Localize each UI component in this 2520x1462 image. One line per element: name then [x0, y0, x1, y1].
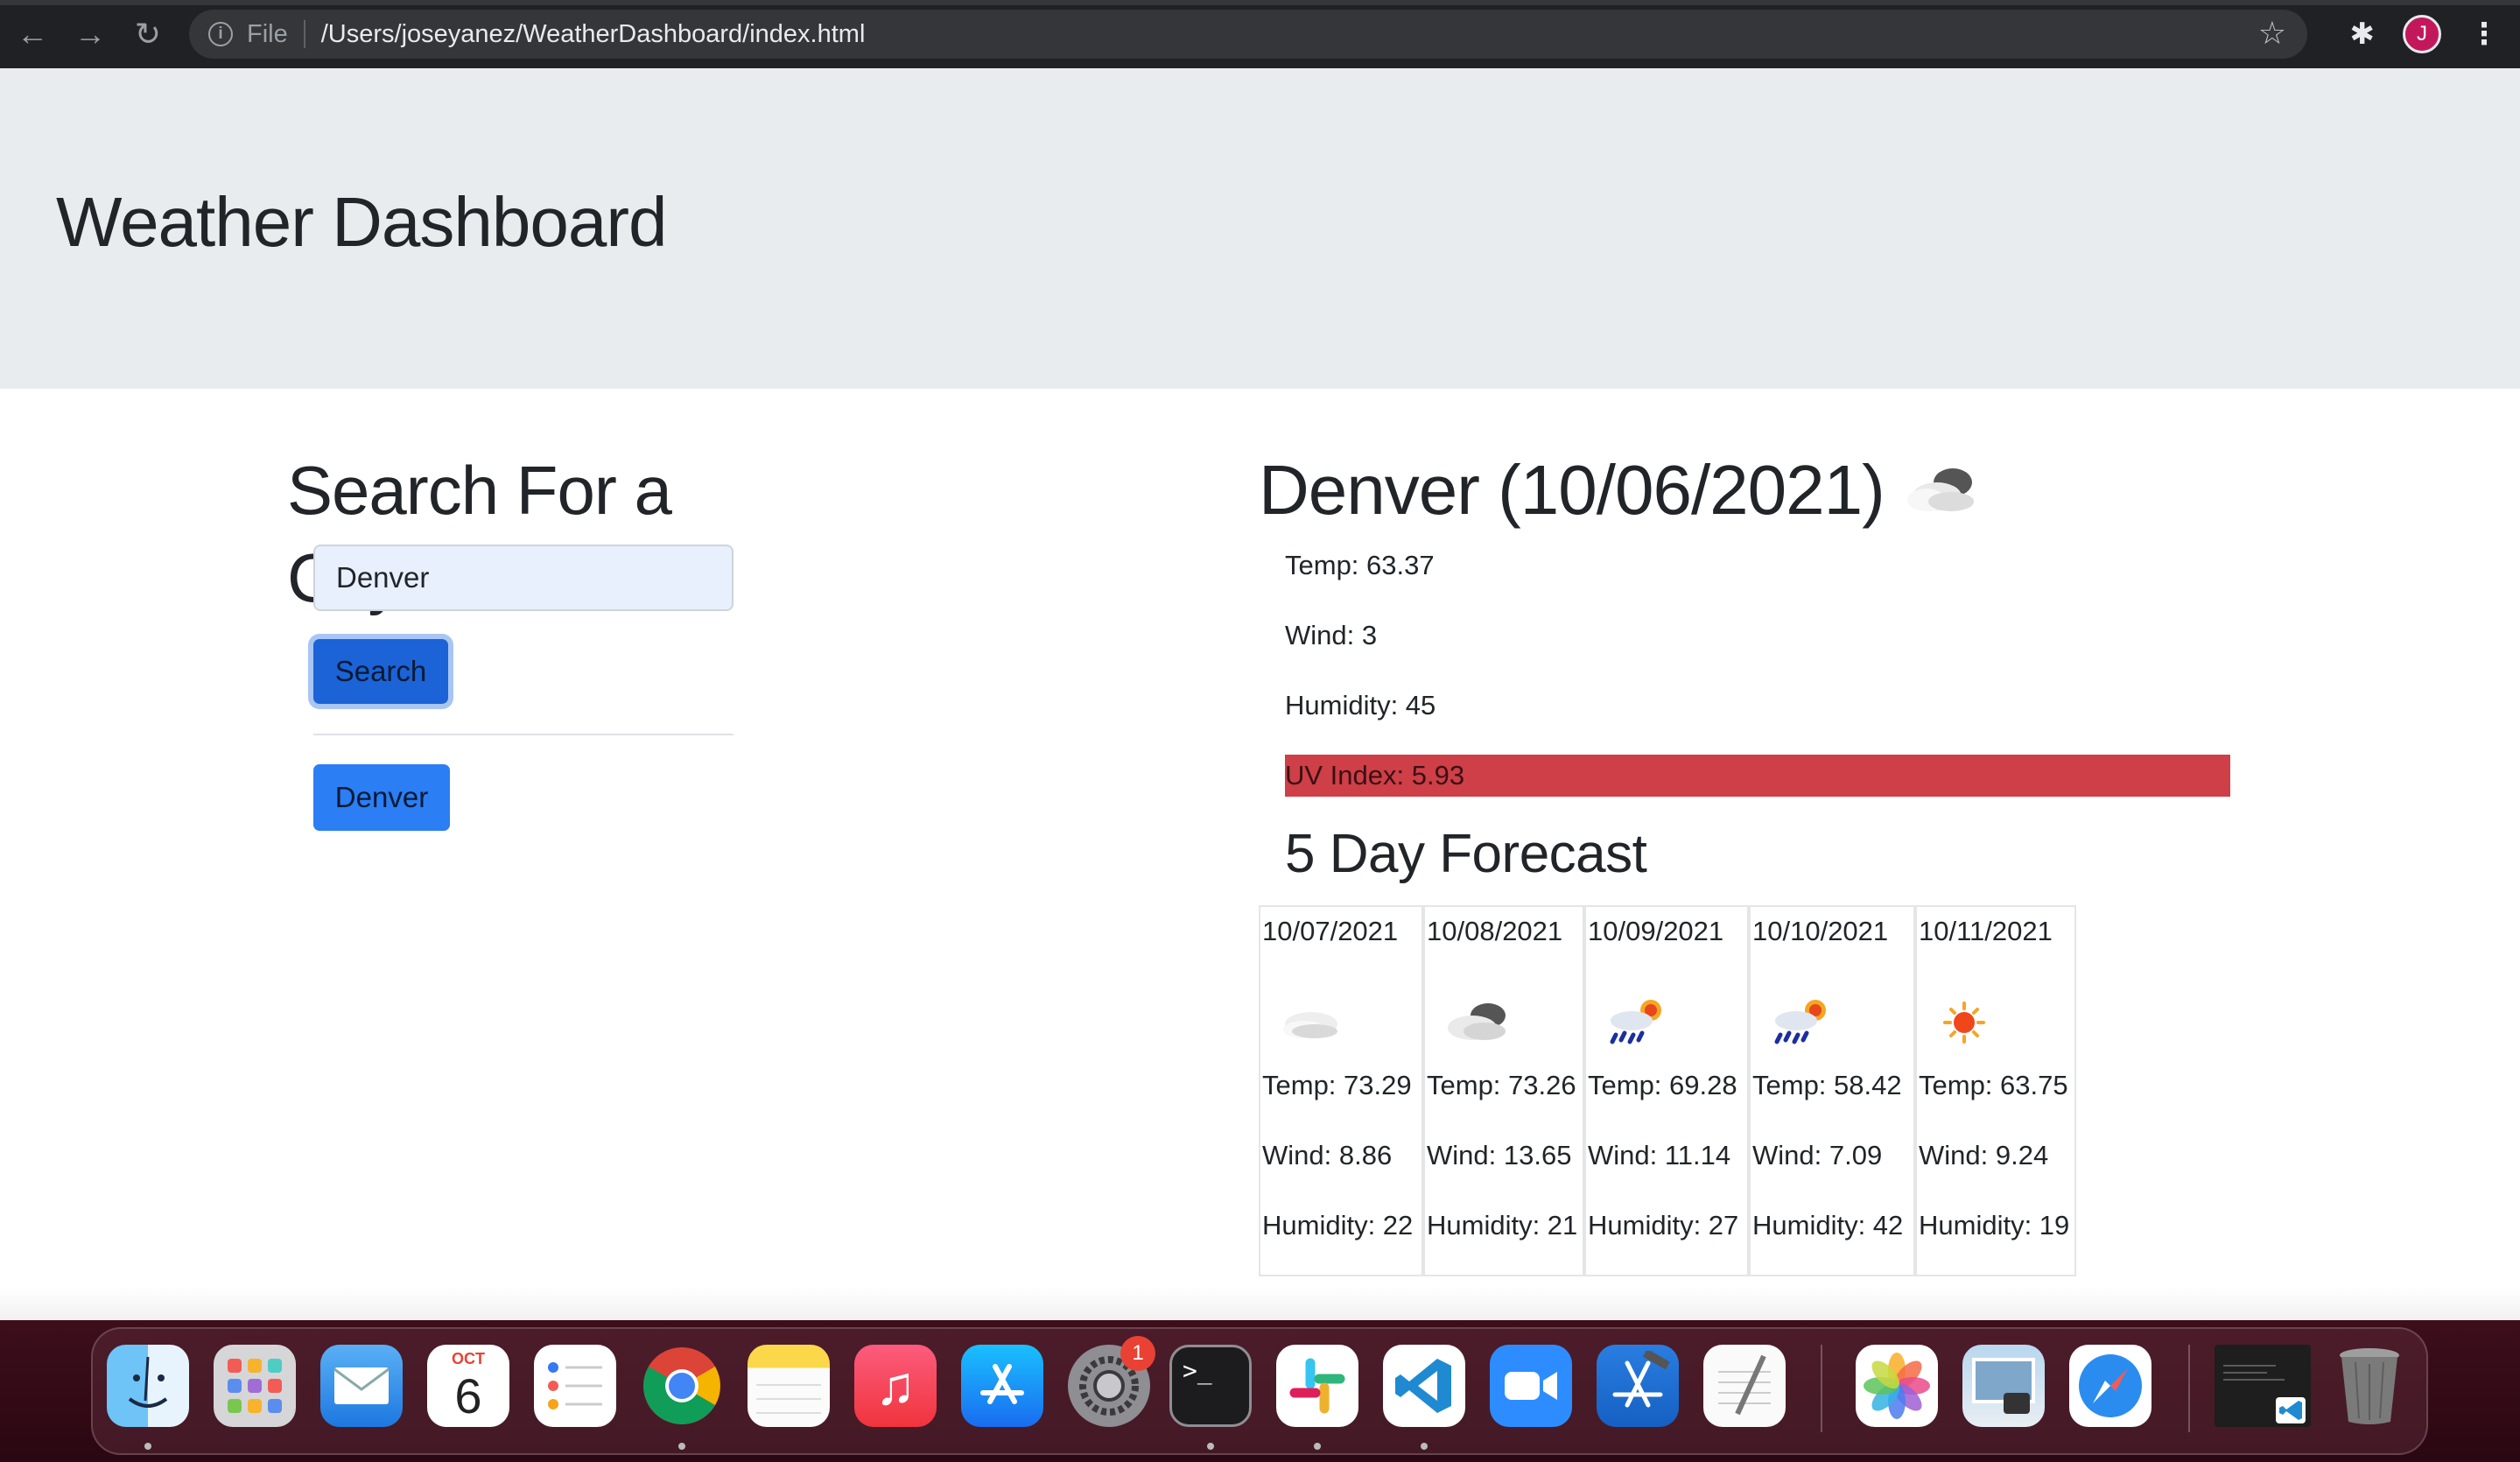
reminders-icon[interactable] — [534, 1345, 616, 1427]
mail-icon[interactable] — [320, 1345, 403, 1427]
search-button[interactable]: Search — [313, 639, 448, 704]
music-icon[interactable]: ♫ — [854, 1345, 937, 1427]
extensions-puzzle-icon[interactable]: ✱ — [2350, 17, 2376, 52]
bookmark-star-icon[interactable]: ☆ — [2258, 15, 2286, 52]
forecast-wind: Wind: 9.24 — [1919, 1140, 2049, 1170]
forecast-card: 10/07/2021 Temp: 73.29 Wind: 8.86 Humidi… — [1259, 905, 1423, 1276]
photos-icon[interactable] — [1856, 1345, 1938, 1427]
forecast-heading: 5 Day Forecast — [1285, 824, 1647, 884]
forecast-date: 10/08/2021 — [1427, 916, 1563, 946]
forecast-temp: Temp: 73.26 — [1427, 1070, 1576, 1100]
url-text[interactable]: /Users/joseyanez/WeatherDashboard/index.… — [321, 20, 866, 49]
calendar-day-label: 6 — [454, 1368, 482, 1423]
cloud-icon — [1283, 1012, 1337, 1038]
forecast-humidity: Humidity: 27 — [1588, 1210, 1739, 1241]
window-thumbnail-icon[interactable] — [2215, 1345, 2311, 1427]
broken-clouds-icon — [1448, 1003, 1506, 1040]
xcode-icon[interactable] — [1597, 1345, 1679, 1427]
forecast-humidity: Humidity: 19 — [1919, 1210, 2070, 1241]
page-header: Weather Dashboard — [0, 68, 2520, 389]
chrome-icon[interactable] — [641, 1345, 723, 1427]
search-divider — [313, 734, 734, 735]
sun-rain-icon — [1610, 1000, 1661, 1044]
forecast-date: 10/11/2021 — [1919, 916, 2053, 946]
profile-avatar[interactable]: J — [2403, 15, 2441, 53]
forecast-date: 10/07/2021 — [1262, 916, 1399, 946]
back-icon[interactable]: ← — [7, 9, 58, 60]
terminal-running-dot — [1207, 1443, 1214, 1450]
slack-icon[interactable] — [1276, 1345, 1358, 1427]
forecast-temp: Temp: 63.75 — [1919, 1070, 2068, 1100]
city-search-input[interactable] — [313, 545, 734, 611]
site-info-icon[interactable]: i — [208, 22, 233, 46]
current-wind: Wind: 3 — [1285, 620, 1378, 650]
reload-icon[interactable]: ↻ — [123, 9, 173, 60]
current-weather-title: Denver (10/06/2021) — [1259, 446, 2239, 534]
finder-running-dot — [144, 1443, 151, 1450]
notes-icon[interactable] — [748, 1345, 830, 1427]
safari-icon[interactable] — [2069, 1345, 2151, 1427]
more-menu-icon[interactable]: ⋮ — [2469, 17, 2499, 52]
preview-icon[interactable] — [1962, 1345, 2045, 1427]
trash-icon[interactable] — [2328, 1345, 2411, 1427]
current-humidity: Humidity: 45 — [1285, 690, 1436, 720]
forecast-temp: Temp: 58.42 — [1752, 1070, 1902, 1100]
forecast-cards: 10/07/2021 Temp: 73.29 Wind: 8.86 Humidi… — [1259, 905, 2076, 1276]
partly-cloudy-icon — [1906, 468, 1974, 511]
forecast-humidity: Humidity: 21 — [1427, 1210, 1578, 1241]
chrome-running-dot — [678, 1443, 685, 1450]
forecast-temp: Temp: 73.29 — [1262, 1070, 1412, 1100]
zoom-icon[interactable] — [1490, 1345, 1572, 1427]
search-panel: Search For a City Search Denver — [287, 446, 760, 831]
sun-rain-icon — [1774, 1000, 1826, 1044]
forecast-date: 10/09/2021 — [1588, 916, 1724, 946]
launchpad-icon[interactable] — [214, 1345, 296, 1427]
dock-separator — [2188, 1345, 2190, 1432]
vscode-icon[interactable] — [1383, 1345, 1465, 1427]
calendar-icon[interactable]: OCT 6 — [427, 1345, 509, 1427]
forecast-card: 10/10/2021 Temp: 58.42 Wind: 7.09 Humidi… — [1749, 905, 1915, 1276]
forecast-temp: Temp: 69.28 — [1588, 1070, 1737, 1100]
page-bottom-shadow — [0, 1287, 2520, 1322]
current-weather-panel: Denver (10/06/2021) Temp: 63.37 Wind: 3 … — [1259, 446, 2239, 884]
slack-running-dot — [1314, 1443, 1321, 1450]
app-store-icon[interactable] — [961, 1345, 1043, 1427]
current-temp: Temp: 63.37 — [1285, 550, 1435, 580]
forward-icon[interactable]: → — [65, 9, 116, 60]
forecast-date: 10/10/2021 — [1752, 916, 1889, 946]
forecast-wind: Wind: 8.86 — [1262, 1140, 1393, 1170]
sun-icon — [1943, 1002, 1985, 1044]
textedit-icon[interactable] — [1703, 1345, 1786, 1427]
history-button-denver[interactable]: Denver — [313, 764, 450, 831]
page-title: Weather Dashboard — [56, 183, 667, 261]
terminal-icon[interactable]: >_ — [1169, 1345, 1252, 1427]
forecast-wind: Wind: 7.09 — [1752, 1140, 1883, 1170]
tab-strip — [0, 0, 2520, 5]
calendar-month-label: OCT — [452, 1350, 485, 1367]
forecast-card: 10/09/2021 Temp: 69.28 Wind: 11.14 Humid… — [1584, 905, 1749, 1276]
address-bar[interactable]: i File /Users/joseyanez/WeatherDashboard… — [189, 10, 2307, 59]
forecast-humidity: Humidity: 22 — [1262, 1210, 1414, 1241]
forecast-card: 10/11/2021 Temp: 63.75 Wind: 9.24 Humidi… — [1915, 905, 2076, 1276]
notification-badge: 1 — [1120, 1336, 1155, 1371]
forecast-card: 10/08/2021 Temp: 73.26 Wind: 13.65 Humid… — [1423, 905, 1584, 1276]
uv-index-badge: UV Index: 5.93 — [1285, 755, 2230, 797]
current-city-date: Denver (10/06/2021) — [1259, 451, 1885, 529]
forecast-wind: Wind: 13.65 — [1427, 1140, 1572, 1170]
vscode-running-dot — [1421, 1443, 1428, 1450]
browser-toolbar: ← → ↻ i File /Users/joseyanez/WeatherDas… — [0, 0, 2520, 68]
toolbar-actions: ✱ J ⋮ — [2345, 10, 2520, 59]
forecast-wind: Wind: 11.14 — [1588, 1140, 1731, 1170]
address-separator — [303, 20, 305, 48]
url-scheme-label: File — [247, 19, 288, 48]
finder-icon[interactable] — [107, 1345, 189, 1427]
dock-separator — [1821, 1345, 1822, 1432]
forecast-humidity: Humidity: 42 — [1752, 1210, 1904, 1241]
